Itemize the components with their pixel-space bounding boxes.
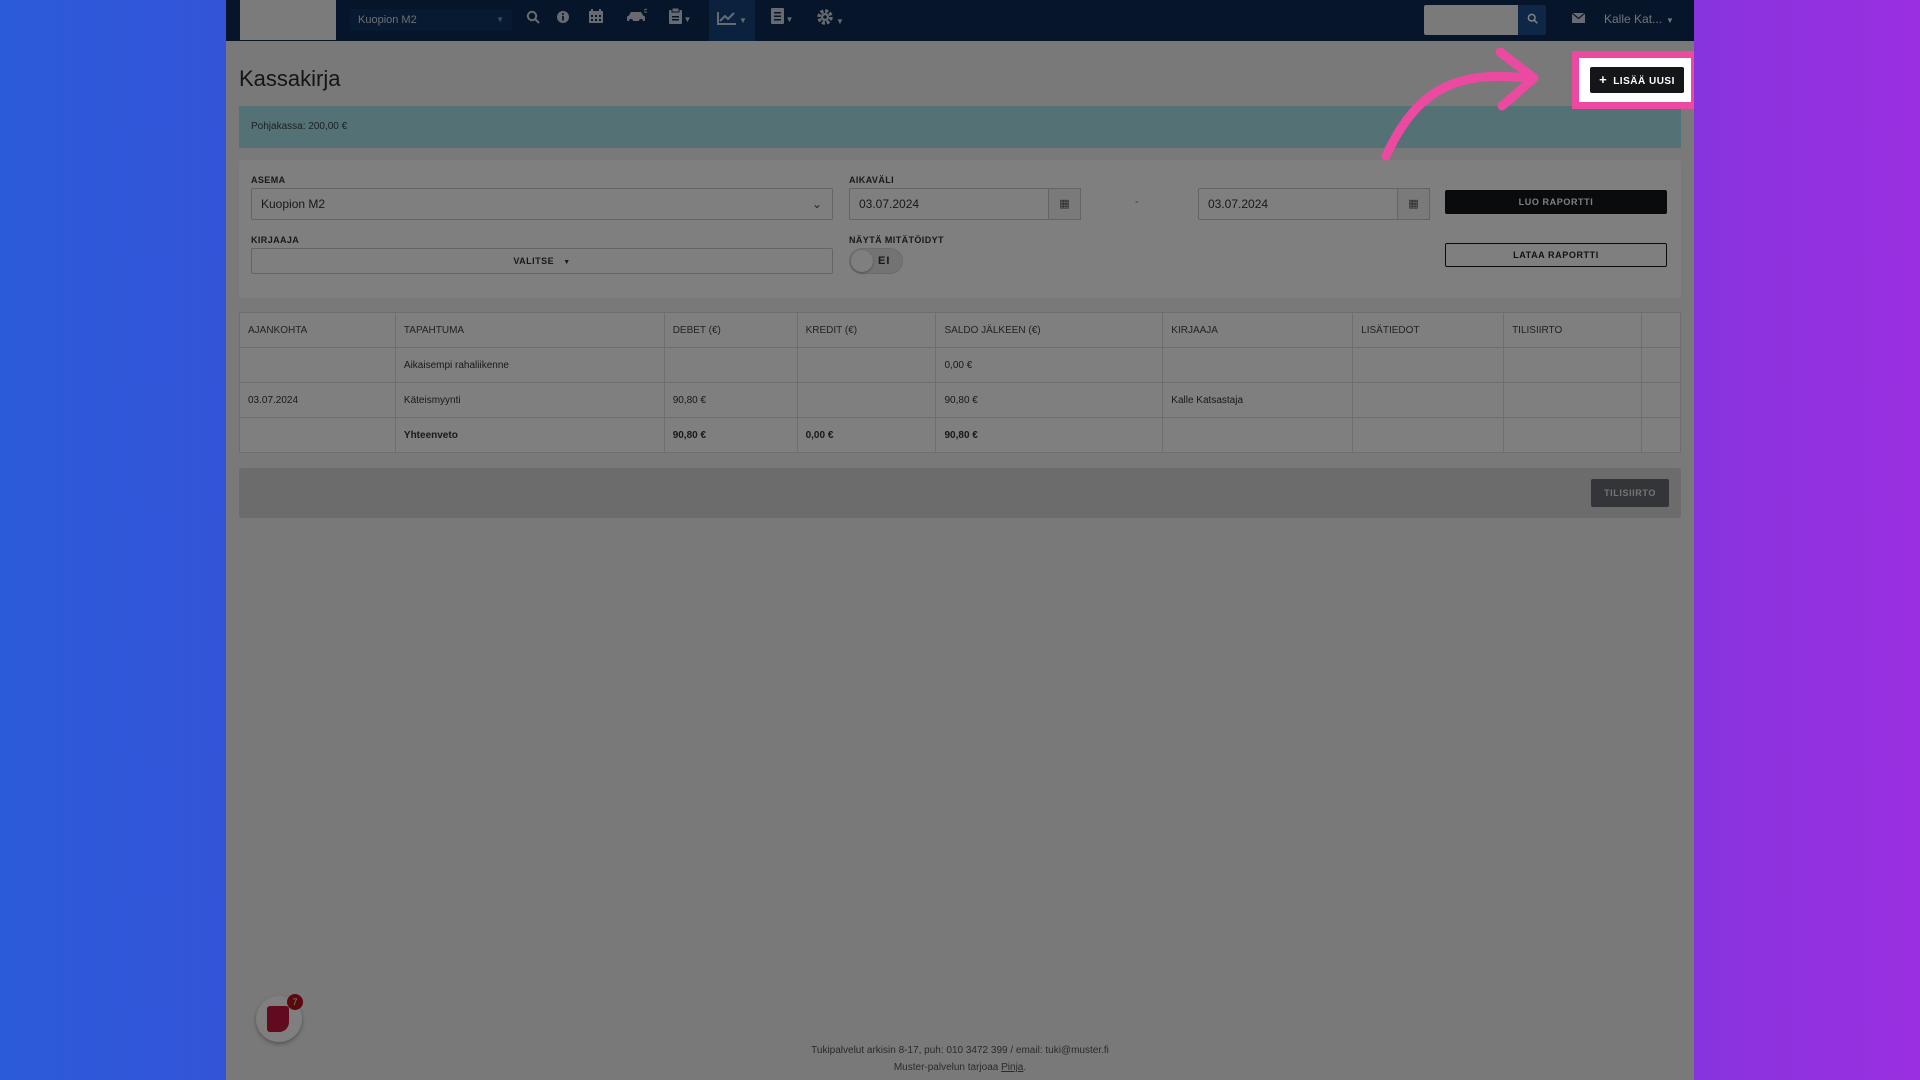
plus-icon: +: [1599, 72, 1608, 87]
toggle-knob: [851, 250, 873, 272]
aikavali-label: AIKAVÄLI: [849, 175, 895, 185]
pointer-arrow-icon: [1381, 47, 1539, 161]
mitatoidyt-toggle[interactable]: EI: [849, 248, 903, 274]
date-from-input[interactable]: 03.07.2024: [849, 188, 1049, 220]
top-navbar: Kuopion M2 ▼ ▼ ▼ ▼ ▼ Kalle Kat... ▼: [226, 0, 1694, 41]
table-cell: [1352, 382, 1505, 418]
table-cell: 90,80 €: [663, 382, 798, 418]
calendar-icon[interactable]: ▦: [1398, 188, 1430, 220]
notification-badge: 7: [287, 994, 303, 1010]
table-total-row: Yhteenveto 90,80 € 0,00 € 90,80 €: [239, 417, 1682, 453]
info-icon[interactable]: [552, 8, 574, 32]
station-select[interactable]: Kuopion M2 ▼: [350, 9, 512, 31]
gear-icon[interactable]: ▼: [812, 8, 848, 32]
filter-card: ASEMA Kuopion M2 ⌄ AIKAVÄLI 03.07.2024 ▦…: [239, 160, 1681, 298]
footer-provider-suffix: .: [1023, 1062, 1027, 1073]
chat-widget[interactable]: 7: [256, 994, 303, 1042]
user-name: Kalle Kat...: [1604, 12, 1663, 26]
table-cell: 0,00 €: [935, 347, 1164, 383]
lataa-raportti-button[interactable]: LATAA RAPORTTI: [1445, 243, 1667, 267]
station-select-value: Kuopion M2: [358, 14, 417, 26]
mitatoidyt-label: NÄYTÄ MITÄTÖIDYT: [849, 235, 944, 245]
table-cell: [1503, 417, 1642, 453]
table-cell: Kalle Katsastaja: [1162, 382, 1354, 418]
global-search-button[interactable]: [1518, 5, 1546, 35]
kirjaaja-select[interactable]: VALITSE ▼: [251, 248, 833, 274]
table-cell: 90,80 €: [663, 417, 798, 453]
table-row[interactable]: Aikaisempi rahaliikenne 0,00 €: [239, 347, 1682, 383]
logo[interactable]: [240, 0, 336, 40]
table-cell: [1640, 347, 1682, 383]
car-icon[interactable]: [622, 8, 652, 32]
chevron-down-icon: ▼: [563, 259, 571, 266]
search-icon[interactable]: [522, 8, 544, 32]
chevron-down-icon: ▼: [496, 15, 504, 24]
add-new-label: LISÄÄ UUSI: [1613, 76, 1675, 87]
kirjaaja-label: KIRJAAJA: [251, 235, 300, 245]
table-cell: [1503, 347, 1642, 383]
toggle-label: EI: [878, 255, 891, 267]
footer-support-text: Tukipalvelut arkisin 8-17, puh: 010 3472…: [811, 1045, 1109, 1056]
chevron-down-icon: ⌄: [811, 197, 822, 211]
column-header[interactable]: DEBET (€): [663, 312, 798, 348]
calendar-icon[interactable]: [584, 8, 608, 32]
footer-provider: Muster-palvelun tarjoaa Pinja.: [226, 1062, 1694, 1073]
table-cell: [239, 417, 396, 453]
page-title: Kassakirja: [239, 66, 341, 91]
luo-raportti-button[interactable]: LUO RAPORTTI: [1445, 190, 1667, 214]
ledger-table: AJANKOHTA TAPAHTUMA DEBET (€) KREDIT (€)…: [239, 312, 1682, 453]
table-header-row: AJANKOHTA TAPAHTUMA DEBET (€) KREDIT (€)…: [239, 312, 1682, 348]
pinja-link[interactable]: Pinja: [1001, 1062, 1023, 1073]
add-new-button[interactable]: + LISÄÄ UUSI: [1590, 67, 1684, 93]
column-header[interactable]: AJANKOHTA: [239, 312, 396, 348]
column-header[interactable]: KREDIT (€): [796, 312, 937, 348]
app-window: Kuopion M2 ▼ ▼ ▼ ▼ ▼ Kalle Kat... ▼ Kass…: [226, 0, 1694, 1080]
asema-label: ASEMA: [251, 175, 286, 185]
table-cell: [1162, 347, 1354, 383]
column-header: [1640, 312, 1682, 348]
table-cell: Aikaisempi rahaliikenne: [394, 347, 665, 383]
chat-logo-icon: [267, 1006, 289, 1032]
user-menu[interactable]: Kalle Kat... ▼: [1604, 12, 1674, 26]
table-cell: [796, 347, 937, 383]
table-cell: [796, 382, 937, 418]
column-header[interactable]: TILISIIRTO: [1503, 312, 1642, 348]
mail-icon[interactable]: [1571, 11, 1586, 26]
table-cell: 90,80 €: [935, 382, 1164, 418]
clipboard-icon[interactable]: ▼: [664, 7, 696, 32]
footer-provider-text: Muster-palvelun tarjoaa: [893, 1062, 1002, 1073]
table-cell: [239, 347, 396, 383]
date-to-input[interactable]: 03.07.2024: [1198, 188, 1398, 220]
table-cell: 0,00 €: [796, 417, 937, 453]
chevron-down-icon: ▼: [1666, 16, 1674, 25]
column-header[interactable]: SALDO JÄLKEEN (€): [935, 312, 1164, 348]
table-cell: Käteismyynti: [394, 382, 665, 418]
tilisiirto-button[interactable]: TILISIIRTO: [1591, 479, 1669, 507]
table-cell: 03.07.2024: [239, 382, 396, 418]
table-cell: [1162, 417, 1354, 453]
document-icon[interactable]: ▼: [766, 8, 798, 32]
table-cell: [663, 347, 798, 383]
table-cell: [1503, 382, 1642, 418]
asema-select-value: Kuopion M2: [261, 197, 326, 211]
calendar-icon[interactable]: ▦: [1049, 188, 1081, 220]
column-header[interactable]: TAPAHTUMA: [394, 312, 665, 348]
table-cell: [1640, 417, 1682, 453]
column-header[interactable]: LISÄTIEDOT: [1352, 312, 1505, 348]
table-cell: Yhteenveto: [394, 417, 665, 453]
table-row[interactable]: 03.07.2024 Käteismyynti 90,80 € 90,80 € …: [239, 382, 1682, 418]
global-search-input[interactable]: [1424, 5, 1518, 35]
date-range-separator: -: [1135, 196, 1139, 208]
table-cell: [1352, 417, 1505, 453]
table-cell: 90,80 €: [935, 417, 1164, 453]
table-cell: [1640, 382, 1682, 418]
kirjaaja-select-value: VALITSE: [513, 256, 555, 266]
bottom-action-bar: TILISIIRTO: [239, 468, 1681, 518]
column-header[interactable]: KIRJAAJA: [1162, 312, 1354, 348]
table-cell: [1352, 347, 1505, 383]
asema-select[interactable]: Kuopion M2 ⌄: [251, 188, 833, 220]
chart-icon[interactable]: ▼: [709, 0, 755, 41]
